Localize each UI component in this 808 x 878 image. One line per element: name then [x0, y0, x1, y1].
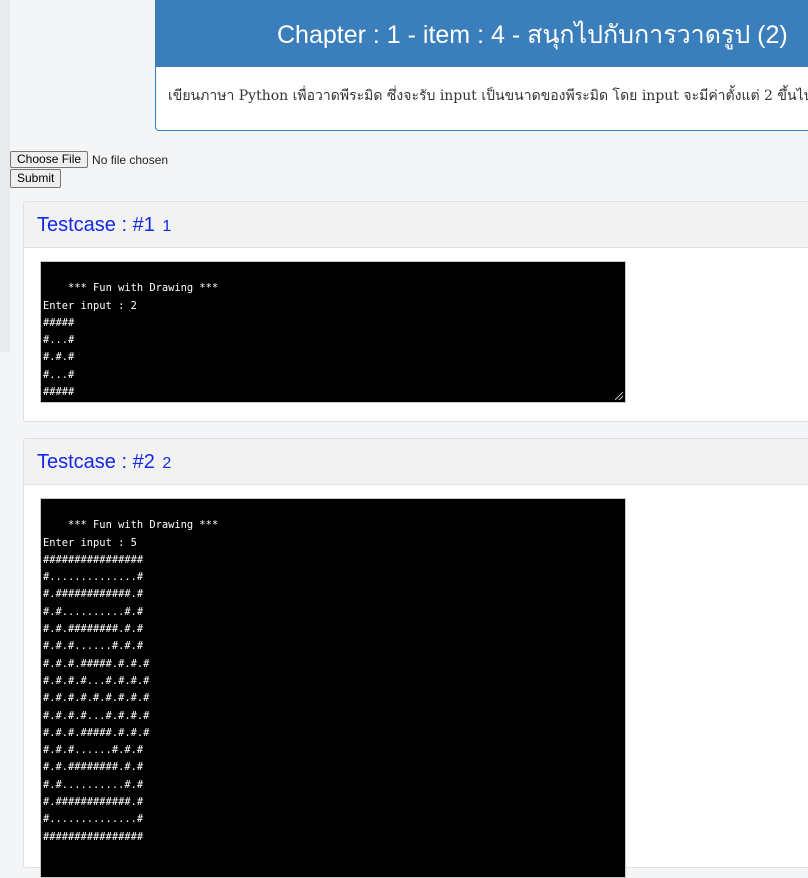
- problem-header-card: Chapter : 1 - item : 4 - สนุกไปกับการวาด…: [155, 0, 808, 131]
- resize-handle-icon[interactable]: [615, 392, 623, 400]
- testcase-card-2: Testcase : #2 2 *** Fun with Drawing ***…: [23, 438, 808, 878]
- page-title: Chapter : 1 - item : 4 - สนุกไปกับการวาด…: [156, 0, 808, 67]
- testcase-output-console[interactable]: *** Fun with Drawing *** Enter input : 5…: [40, 498, 626, 878]
- file-status-text: No file chosen: [92, 152, 169, 167]
- submit-button[interactable]: Submit: [10, 169, 62, 188]
- testcase-output-console[interactable]: *** Fun with Drawing *** Enter input : 2…: [40, 261, 626, 403]
- console-output-text: *** Fun with Drawing *** Enter input : 2…: [43, 282, 219, 399]
- testcase-header: Testcase : #2 2: [24, 439, 808, 485]
- testcase-header: Testcase : #1 1: [24, 202, 808, 248]
- testcase-title: Testcase : #2: [37, 451, 155, 473]
- testcase-number: 2: [162, 455, 172, 472]
- problem-description: เขียนภาษา Python เพื่อวาดพีระมิด ซึ่งจะร…: [168, 88, 808, 104]
- testcase-number: 1: [162, 218, 172, 235]
- console-output-text: *** Fun with Drawing *** Enter input : 5…: [43, 519, 219, 843]
- file-upload-row: Choose File No file chosen: [10, 151, 168, 168]
- choose-file-button[interactable]: Choose File: [10, 151, 89, 168]
- testcase-title: Testcase : #1: [37, 214, 155, 236]
- left-sidebar-strip: [0, 0, 10, 352]
- testcase-card-1: Testcase : #1 1 *** Fun with Drawing ***…: [23, 201, 808, 422]
